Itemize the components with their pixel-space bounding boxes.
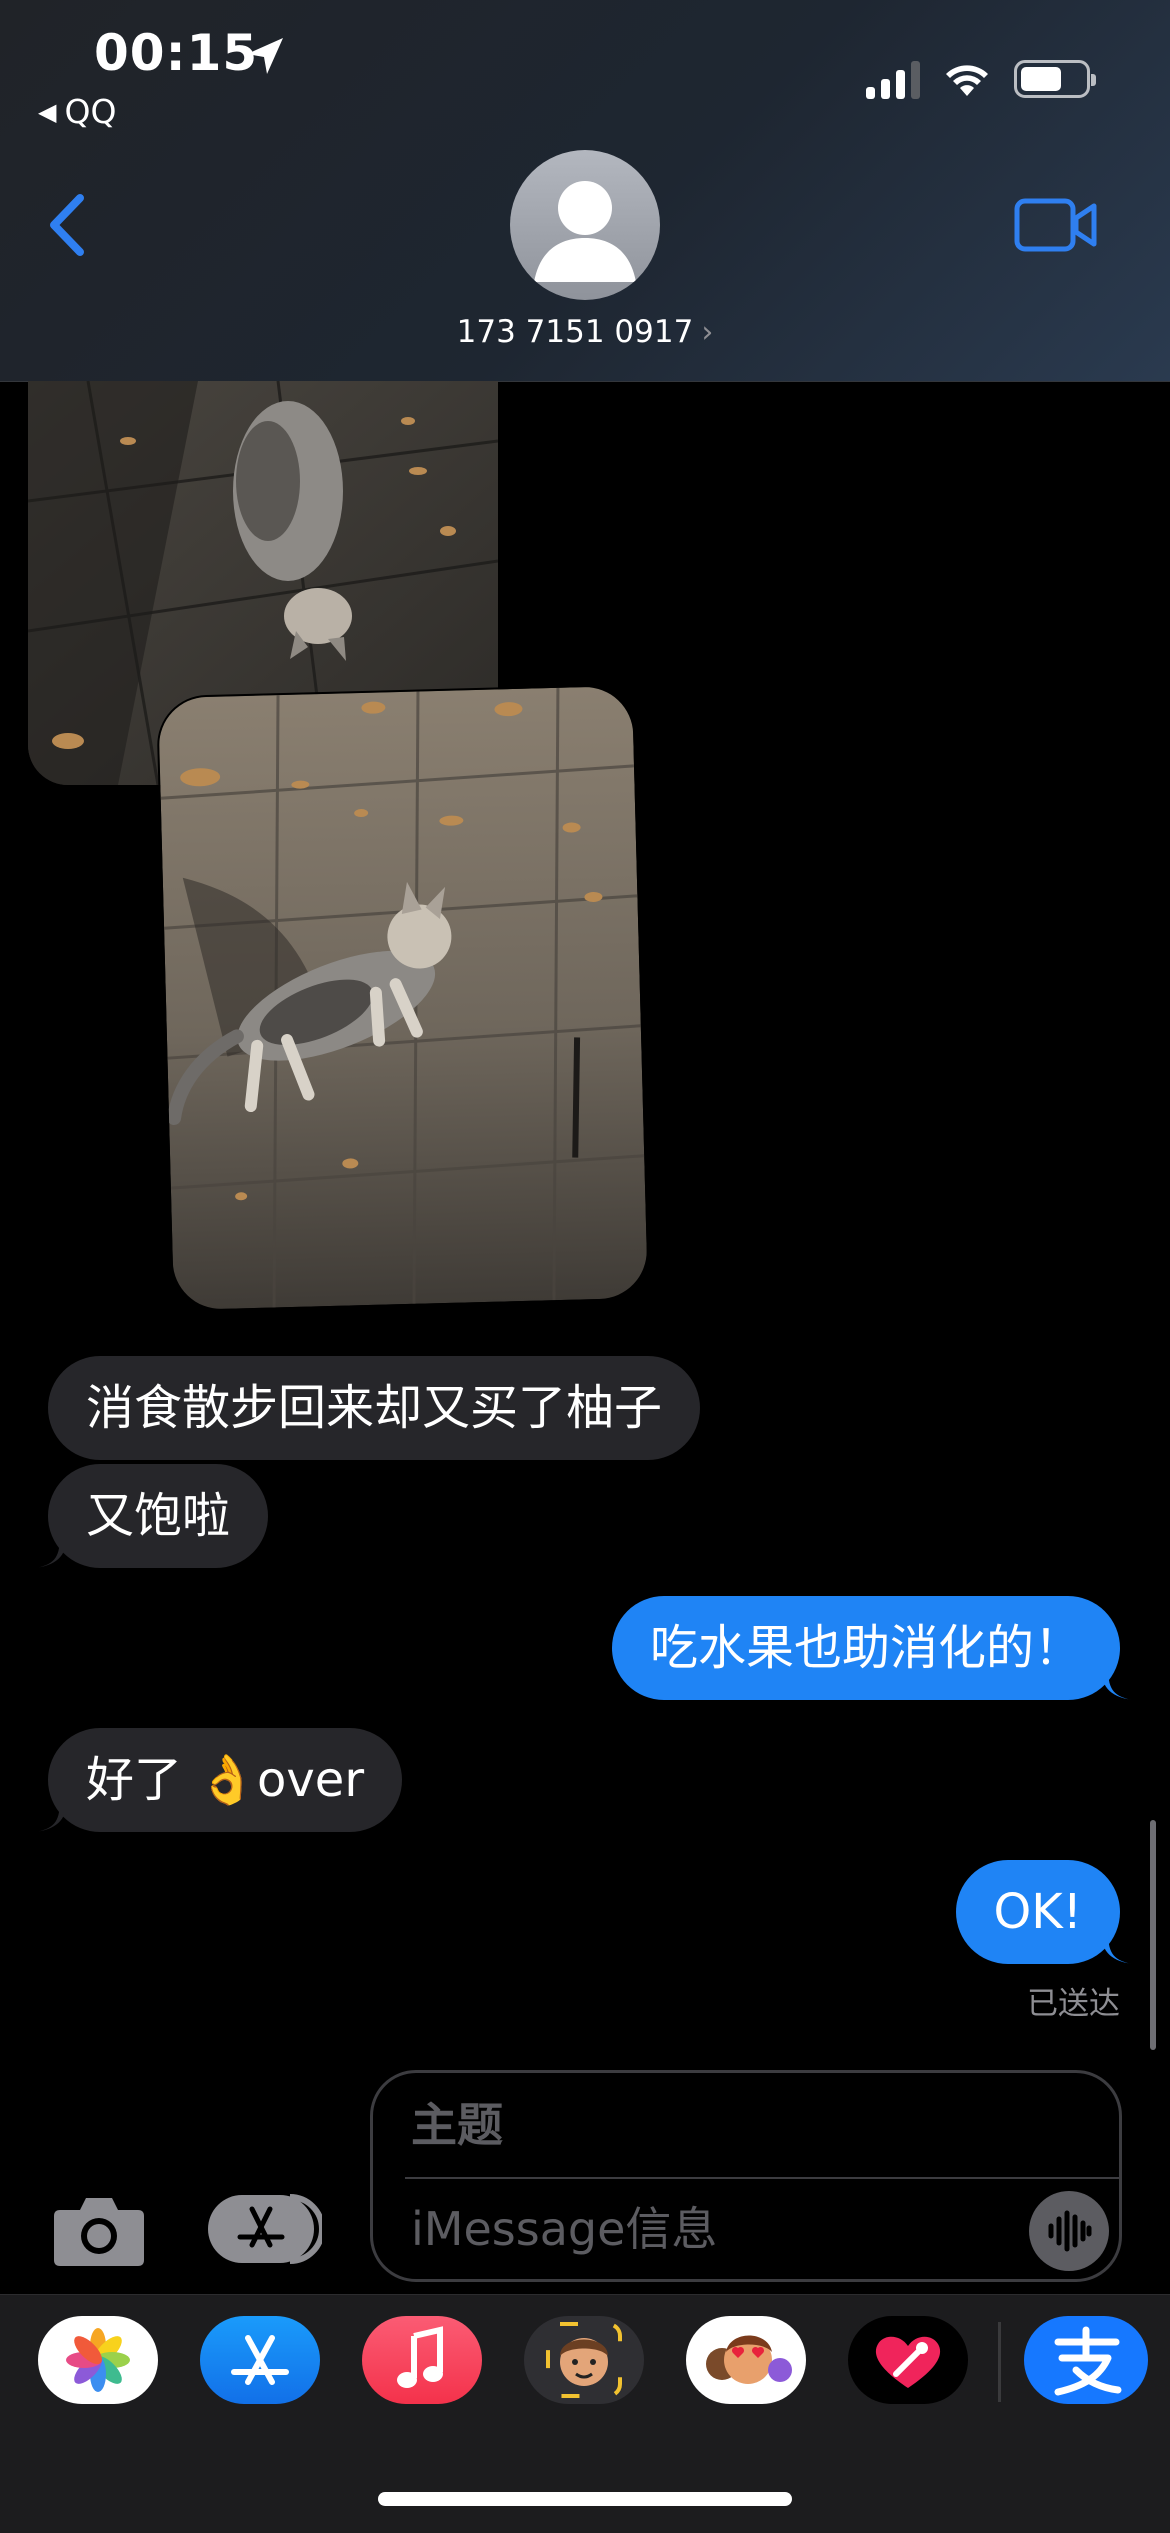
video-call-icon[interactable] — [1014, 196, 1098, 254]
scroll-indicator[interactable] — [1150, 1820, 1156, 2050]
bubble-tail — [1100, 1666, 1132, 1700]
location-arrow-icon — [247, 38, 283, 74]
received-message[interactable]: 消食散步回来却又买了柚子 — [48, 1356, 701, 1460]
back-triangle-icon: ◀ — [38, 98, 57, 126]
contact-name[interactable]: 173 7151 0917 › — [0, 314, 1170, 350]
waveform-icon — [1048, 2210, 1092, 2252]
animoji-app-icon[interactable] — [686, 2316, 806, 2404]
conversation-header: 00:15 ◀ QQ 173 7151 0917 › — [0, 0, 1170, 382]
music-app-icon[interactable] — [362, 2316, 482, 2404]
alipay-app-icon[interactable] — [1024, 2316, 1148, 2404]
sent-message[interactable]: OK! — [955, 1860, 1132, 1964]
received-message[interactable]: 又饱啦 — [36, 1464, 269, 1568]
status-icons — [866, 56, 1096, 102]
bubble-tail — [36, 1798, 68, 1832]
home-indicator[interactable] — [378, 2492, 792, 2506]
contact-number: 173 7151 0917 — [456, 314, 694, 350]
cellular-signal-icon — [866, 59, 920, 99]
drawer-separator — [998, 2322, 1001, 2402]
person-icon — [534, 181, 636, 282]
delivered-status: 已送达 — [1027, 1986, 1120, 2022]
camera-icon[interactable] — [52, 2192, 146, 2268]
message-text: 消食散步回来却又买了柚子 — [86, 1380, 663, 1436]
bubble-tail — [36, 1534, 68, 1568]
cat-photo-2-image — [158, 685, 648, 1311]
message-text: 吃水果也助消化的！ — [649, 1620, 1082, 1676]
back-chevron-icon[interactable] — [44, 190, 96, 260]
subject-field[interactable]: 主题 — [411, 2073, 503, 2177]
digital-touch-app-icon[interactable] — [848, 2316, 968, 2404]
message-text: 又饱啦 — [86, 1488, 231, 1544]
chevron-right-icon: › — [701, 315, 714, 350]
app-store-icon[interactable] — [206, 2191, 322, 2267]
message-text: 好了 👌over — [86, 1752, 365, 1808]
contact-avatar[interactable] — [510, 150, 660, 300]
bubble-tail — [1100, 1930, 1132, 1964]
photos-app-icon[interactable] — [38, 2316, 158, 2404]
back-to-app[interactable]: ◀ QQ — [38, 92, 116, 131]
wifi-icon — [946, 65, 988, 96]
cat-photo-2[interactable] — [158, 685, 648, 1311]
received-message[interactable]: 好了 👌over — [36, 1728, 403, 1832]
app-store-app-icon[interactable] — [200, 2316, 320, 2404]
battery-icon — [1014, 60, 1096, 98]
back-app-label: QQ — [64, 92, 117, 131]
sent-message[interactable]: 吃水果也助消化的！ — [611, 1596, 1132, 1700]
message-input[interactable]: iMessage信息 — [411, 2179, 717, 2279]
memoji-app-icon[interactable] — [524, 2316, 644, 2404]
audio-record-button[interactable] — [1029, 2191, 1109, 2271]
compose-box[interactable]: 主题 iMessage信息 — [370, 2070, 1122, 2282]
status-time: 00:15 — [94, 24, 259, 82]
message-text: OK! — [993, 1884, 1083, 1940]
